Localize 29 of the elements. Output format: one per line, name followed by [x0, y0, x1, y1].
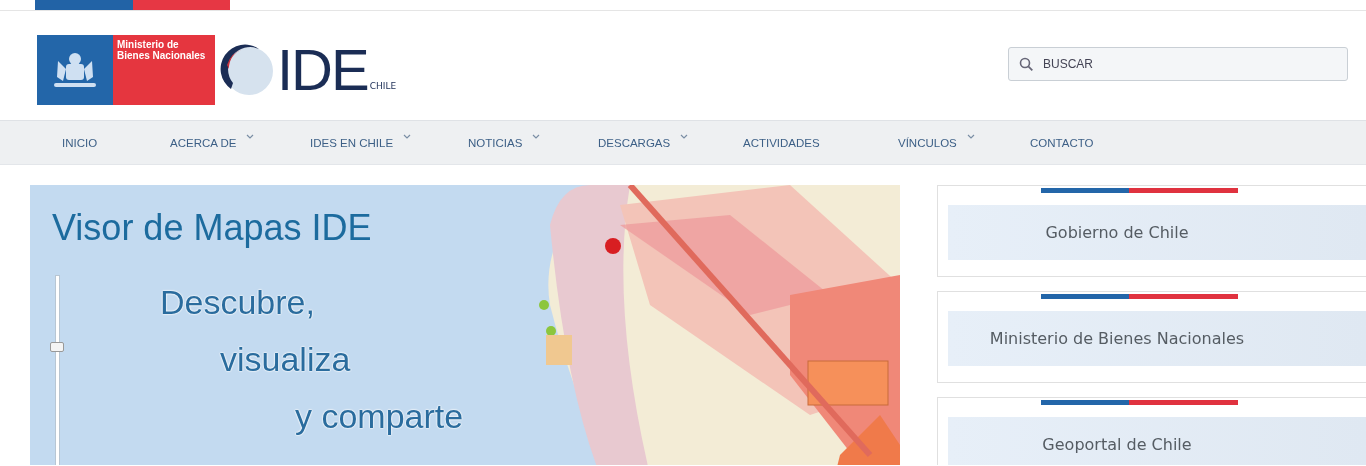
caret-icon [966, 133, 975, 140]
ide-logo-text: IDE [277, 41, 368, 99]
search-field[interactable]: BUSCAR [1008, 47, 1348, 81]
nav-link[interactable]: CONTACTO [1030, 136, 1094, 149]
link-button[interactable]: Geoportal de Chile [948, 417, 1366, 465]
nav-link[interactable]: VÍNCULOS [898, 136, 975, 149]
banner-slogan: visualiza [220, 340, 351, 379]
nav-link[interactable]: DESCARGAS [598, 136, 689, 149]
nav-link[interactable]: ACERCA DE [170, 136, 255, 149]
ide-logo[interactable]: IDE CHILE [219, 41, 397, 99]
country-label: CHILE [369, 81, 397, 93]
link-button[interactable]: Ministerio de Bienes Nacionales [948, 311, 1366, 366]
caret-icon [246, 133, 255, 140]
ministry-logo[interactable]: Ministerio de Bienes Nacionales [37, 35, 215, 105]
ministry-name: Ministerio de Bienes Nacionales [113, 35, 215, 105]
slider-thumb[interactable] [50, 341, 64, 352]
caret-icon [680, 133, 689, 140]
banner-slogan: Descubre, [160, 283, 315, 322]
caret-icon [532, 133, 541, 140]
nav-link[interactable]: NOTICIAS [468, 136, 541, 149]
caret-icon [403, 133, 412, 140]
zoom-slider[interactable] [50, 275, 64, 465]
banner-slogan: y comparte [295, 397, 464, 436]
nav-link[interactable]: IDES EN CHILE [310, 136, 412, 149]
search-icon [1019, 57, 1033, 71]
link-button[interactable]: Gobierno de Chile [948, 205, 1366, 260]
nav-link[interactable]: INICIO [62, 136, 98, 149]
nav-link[interactable]: ACTIVIDADES [743, 136, 820, 149]
banner-title: Visor de Mapas IDE [52, 207, 372, 249]
